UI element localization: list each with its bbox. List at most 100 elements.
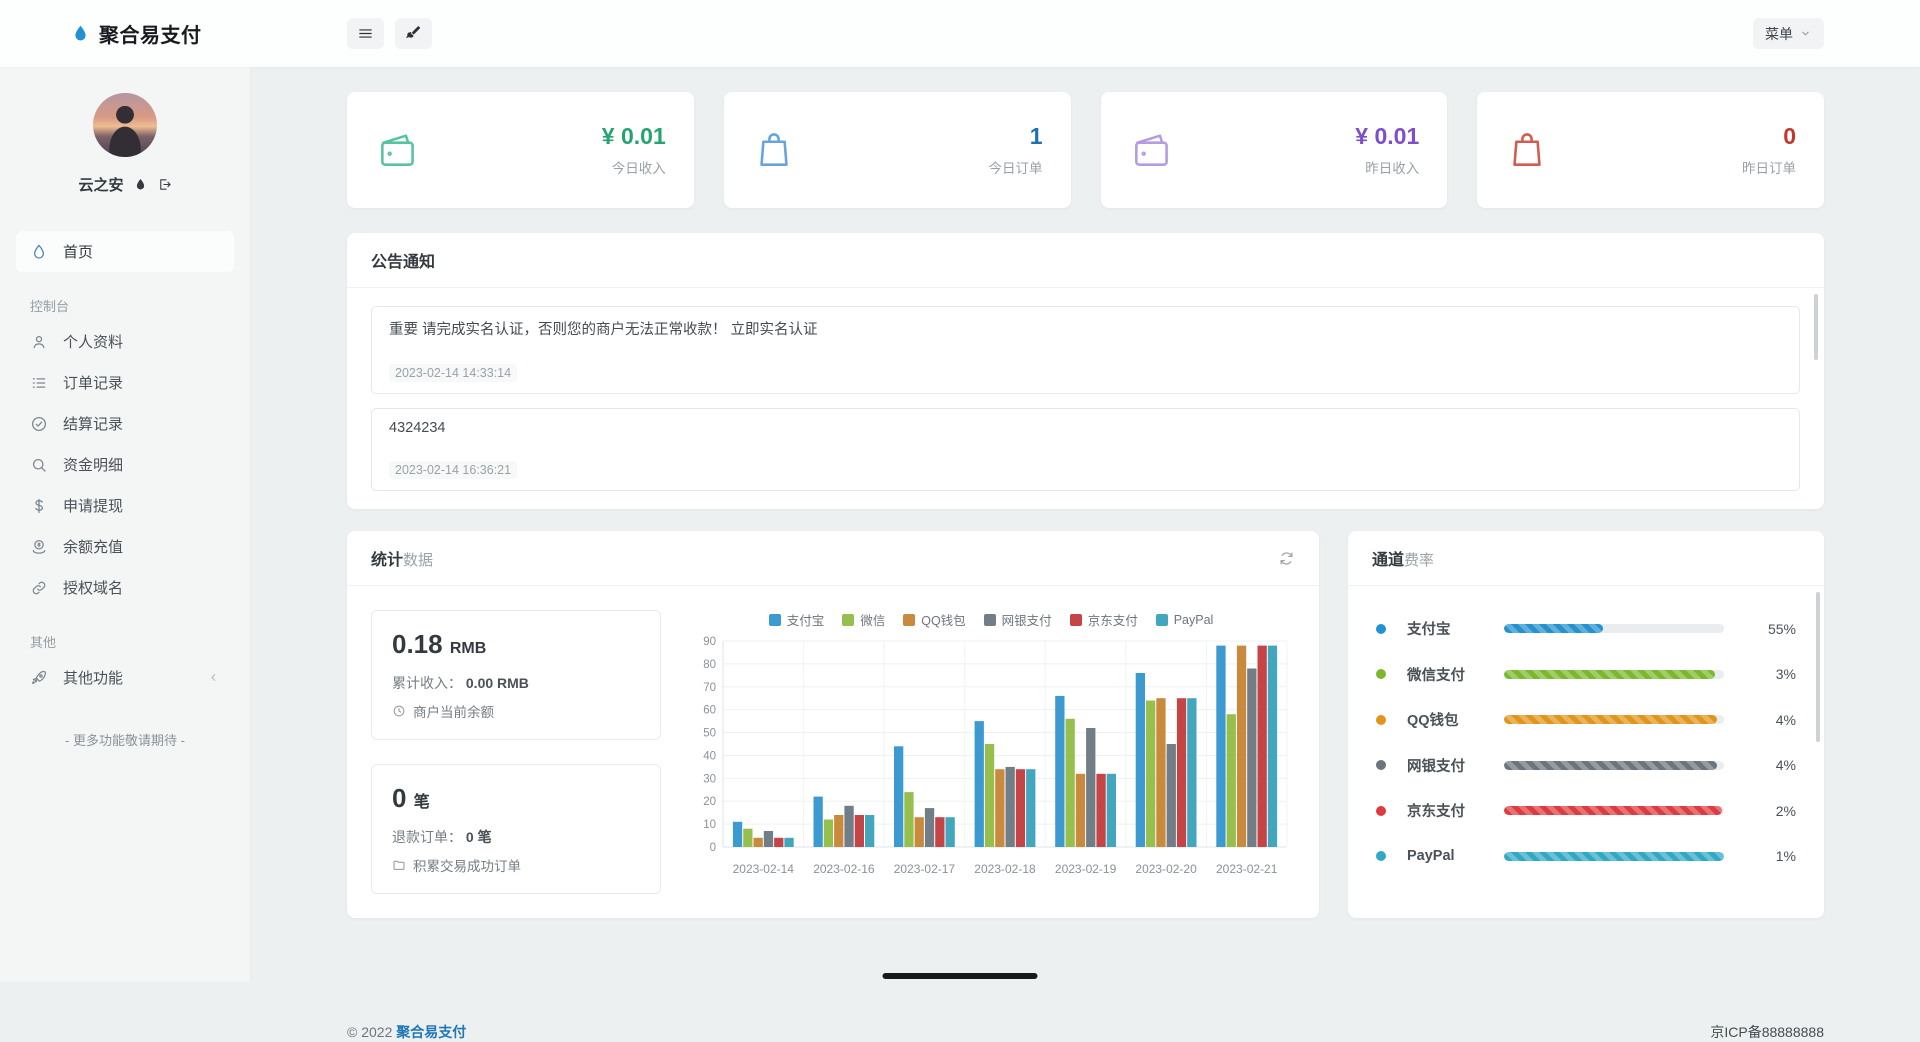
- statistics-header: 统计数据: [347, 531, 1319, 586]
- channel-rate-row: 京东支付2%: [1376, 788, 1796, 834]
- legend-item[interactable]: QQ钱包: [903, 610, 965, 629]
- sidebar-item[interactable]: 订单记录: [16, 362, 234, 403]
- footer: © 2022 聚合易支付 京ICP备88888888: [347, 1022, 1824, 1042]
- legend-label: 网银支付: [1002, 610, 1052, 629]
- channel-rate-value: 3%: [1750, 666, 1796, 682]
- channel-rate-row: 支付宝55%: [1376, 606, 1796, 652]
- stats-row: 统计数据 0.18 RMB累计收入： 0.00 RMB商户当前余额0 笔退款订单…: [347, 531, 1824, 918]
- sidebar-item-label: 资金明细: [63, 454, 123, 475]
- announcement-action-link[interactable]: 立即实名认证: [731, 322, 818, 338]
- legend-swatch: [903, 614, 915, 626]
- sidebar-toggle-button[interactable]: [347, 18, 384, 49]
- channel-dot: [1376, 760, 1386, 770]
- topbar: 聚合易支付 菜单: [0, 0, 1920, 67]
- svg-text:40: 40: [703, 750, 716, 762]
- droplet-home-icon: [30, 243, 48, 261]
- announcements-panel: 公告通知 重要 请完成实名认证，否则您的商户无法正常收款！ 立即实名认证2023…: [347, 233, 1824, 509]
- channel-rates-panel: 通道费率 支付宝55%微信支付3%QQ钱包4%网银支付4%京东支付2%PayPa…: [1348, 531, 1824, 918]
- clock-icon: [392, 704, 406, 718]
- sidebar-section-label: 其他: [30, 632, 220, 651]
- channel-rate-value: 4%: [1750, 712, 1796, 728]
- legend-item[interactable]: 支付宝: [769, 610, 825, 629]
- stat-value: ¥ 0.01: [602, 123, 666, 150]
- announcement-item: 重要 请完成实名认证，否则您的商户无法正常收款！ 立即实名认证2023-02-1…: [371, 306, 1800, 394]
- channel-name: 微信支付: [1407, 664, 1504, 685]
- chevron-left-icon: [207, 671, 220, 684]
- horizontal-scrollbar-thumb[interactable]: [883, 973, 1038, 979]
- stat-card-info: 0昨日订单: [1742, 123, 1796, 177]
- check-circle-icon: [30, 415, 48, 433]
- footer-brand-link[interactable]: 聚合易支付: [396, 1024, 466, 1040]
- channel-progress-bar: [1504, 715, 1724, 724]
- refresh-icon[interactable]: [1278, 550, 1295, 567]
- logout-icon[interactable]: [157, 177, 172, 192]
- announcements-header: 公告通知: [347, 233, 1824, 288]
- announcements-scrollbar[interactable]: [1814, 294, 1818, 360]
- announcement-item: 43242342023-02-14 16:36:21: [371, 408, 1800, 491]
- wallet-icon: [375, 128, 419, 172]
- menu-dropdown-button[interactable]: 菜单: [1753, 18, 1824, 49]
- summary-caption-text: 商户当前余额: [413, 701, 494, 721]
- channel-rate-value: 4%: [1750, 757, 1796, 773]
- channel-dot: [1376, 624, 1386, 634]
- sidebar-section-label: 控制台: [30, 296, 220, 315]
- theme-brush-button[interactable]: [395, 18, 432, 49]
- sidebar-item-home[interactable]: 首页: [16, 231, 234, 272]
- statistics-title: 统计数据: [371, 546, 433, 570]
- brush-icon: [405, 25, 422, 42]
- summary-unit: 笔: [414, 794, 430, 811]
- sidebar-item-label: 其他功能: [63, 667, 123, 688]
- channel-rates-scrollbar[interactable]: [1816, 592, 1820, 742]
- channel-rate-value: 2%: [1750, 803, 1796, 819]
- summary-detail: 累计收入： 0.00 RMB: [392, 673, 640, 693]
- app-logo[interactable]: 聚合易支付: [0, 19, 251, 48]
- channel-rate-row: 微信支付 3%: [1376, 652, 1796, 698]
- channel-dot: [1376, 806, 1386, 816]
- svg-text:2023-02-20: 2023-02-20: [1135, 862, 1197, 876]
- stat-card: ¥ 0.01 今日收入: [347, 92, 694, 208]
- droplet-logo-icon: [70, 23, 91, 44]
- sidebar-item[interactable]: 申请提现: [16, 485, 234, 526]
- legend-item[interactable]: 京东支付: [1070, 610, 1138, 629]
- footer-icp-link[interactable]: 京ICP备88888888: [1710, 1022, 1824, 1042]
- coin-icon: [30, 538, 48, 556]
- sidebar-item-label: 余额充值: [63, 536, 123, 557]
- sidebar-item-label: 授权域名: [63, 577, 123, 598]
- channel-progress-bar: [1504, 806, 1724, 815]
- chart-legend: 支付宝微信 QQ钱包 网银支付京东支付 PayPal: [687, 610, 1295, 629]
- stat-card-info: 1今日订单: [989, 123, 1043, 177]
- legend-label: QQ钱包: [921, 610, 965, 629]
- sidebar-item[interactable]: 其他功能: [16, 657, 234, 698]
- sidebar-item[interactable]: 授权域名: [16, 567, 234, 608]
- topbar-actions: 菜单: [251, 18, 1920, 49]
- summary-detail: 退款订单： 0 笔: [392, 827, 640, 847]
- channel-rates-body: 支付宝55%微信支付3%QQ钱包4%网银支付4%京东支付2%PayPal1%: [1348, 586, 1824, 893]
- menu-dropdown-label: 菜单: [1765, 24, 1793, 44]
- channel-progress-bar: [1504, 624, 1724, 633]
- sidebar-item[interactable]: 资金明细: [16, 444, 234, 485]
- sidebar-item[interactable]: 个人资料: [16, 321, 234, 362]
- hamburger-icon: [357, 25, 374, 42]
- search-icon: [30, 456, 48, 474]
- sidebar-item-label: 申请提现: [63, 495, 123, 516]
- channel-name: 网银支付: [1407, 755, 1504, 776]
- sidebar-item[interactable]: 结算记录: [16, 403, 234, 444]
- sidebar-item[interactable]: 余额充值: [16, 526, 234, 567]
- channel-dot: [1376, 669, 1386, 679]
- app-title: 聚合易支付: [99, 19, 202, 48]
- legend-swatch: [984, 614, 996, 626]
- svg-text:2023-02-16: 2023-02-16: [813, 862, 875, 876]
- legend-item[interactable]: PayPal: [1156, 610, 1214, 629]
- svg-text:80: 80: [703, 659, 716, 671]
- legend-item[interactable]: 微信: [842, 610, 885, 629]
- legend-swatch: [842, 614, 854, 626]
- chevron-down-icon: [1799, 27, 1812, 40]
- stat-label: 今日收入: [602, 157, 666, 177]
- svg-text:2023-02-14: 2023-02-14: [733, 862, 795, 876]
- svg-text:50: 50: [703, 728, 716, 740]
- announcements-title: 公告通知: [371, 248, 435, 272]
- main-content: ¥ 0.01今日收入1今日订单¥ 0.01昨日收入0昨日订单 公告通知 重要 请…: [251, 67, 1920, 982]
- stat-value: ¥ 0.01: [1355, 123, 1419, 150]
- droplet-status-icon: [133, 177, 148, 192]
- legend-item[interactable]: 网银支付: [984, 610, 1052, 629]
